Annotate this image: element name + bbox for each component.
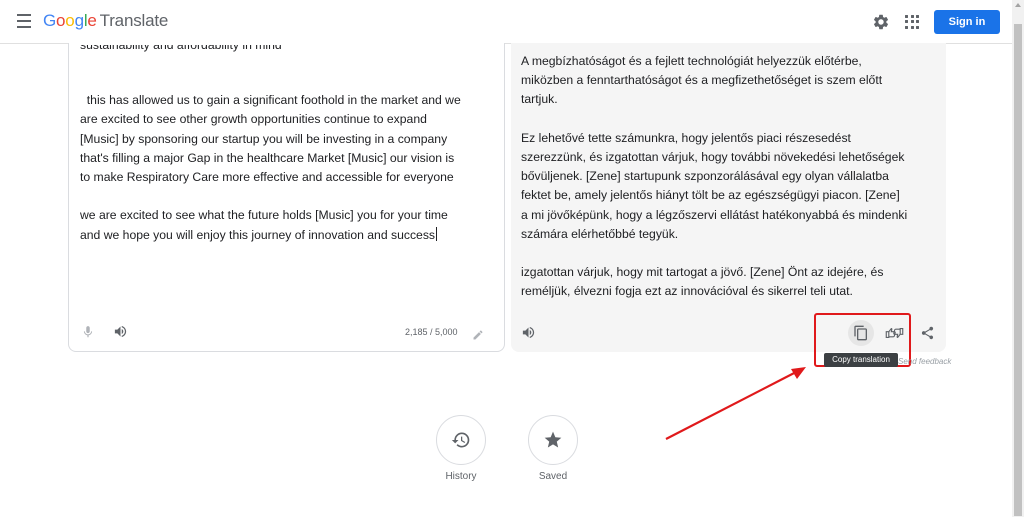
share-icon[interactable] bbox=[920, 325, 935, 341]
source-text-partial: sustainability and affordability in mind bbox=[80, 45, 282, 52]
scroll-up-arrow-icon[interactable] bbox=[1015, 3, 1021, 7]
source-text-area[interactable]: this has allowed us to gain a significan… bbox=[80, 72, 485, 245]
source-text: this has allowed us to gain a significan… bbox=[80, 93, 461, 242]
history-label: History bbox=[445, 471, 477, 482]
apps-grid-icon[interactable] bbox=[905, 15, 919, 29]
app-header: Google Translate Sign in bbox=[0, 0, 1012, 44]
send-feedback-link[interactable]: Send feedback bbox=[898, 357, 951, 366]
annotation-arrow bbox=[665, 367, 806, 440]
speaker-icon[interactable] bbox=[521, 325, 536, 340]
logo-translate: Translate bbox=[99, 11, 169, 30]
translation-text: A megbízhatóságot és a fejlett technológ… bbox=[521, 54, 908, 299]
pencil-icon[interactable] bbox=[472, 329, 484, 341]
history-icon bbox=[451, 432, 470, 448]
text-caret bbox=[436, 226, 438, 241]
copy-translation-tooltip: Copy translation bbox=[824, 353, 898, 367]
saved-label: Saved bbox=[538, 471, 568, 482]
microphone-icon[interactable] bbox=[81, 324, 95, 340]
google-translate-logo[interactable]: Google Translate bbox=[43, 11, 168, 31]
gear-icon[interactable] bbox=[872, 13, 890, 31]
history-button[interactable] bbox=[436, 415, 486, 465]
menu-icon[interactable] bbox=[17, 14, 33, 28]
sign-in-button[interactable]: Sign in bbox=[934, 10, 1000, 34]
saved-button[interactable] bbox=[528, 415, 578, 465]
scrollbar-thumb[interactable] bbox=[1014, 24, 1022, 516]
page-scrollbar[interactable] bbox=[1012, 0, 1024, 517]
speaker-icon[interactable] bbox=[113, 324, 128, 339]
character-count: 2,185 / 5,000 bbox=[405, 327, 458, 337]
star-icon bbox=[544, 431, 562, 448]
logo-google: Google bbox=[43, 11, 97, 30]
